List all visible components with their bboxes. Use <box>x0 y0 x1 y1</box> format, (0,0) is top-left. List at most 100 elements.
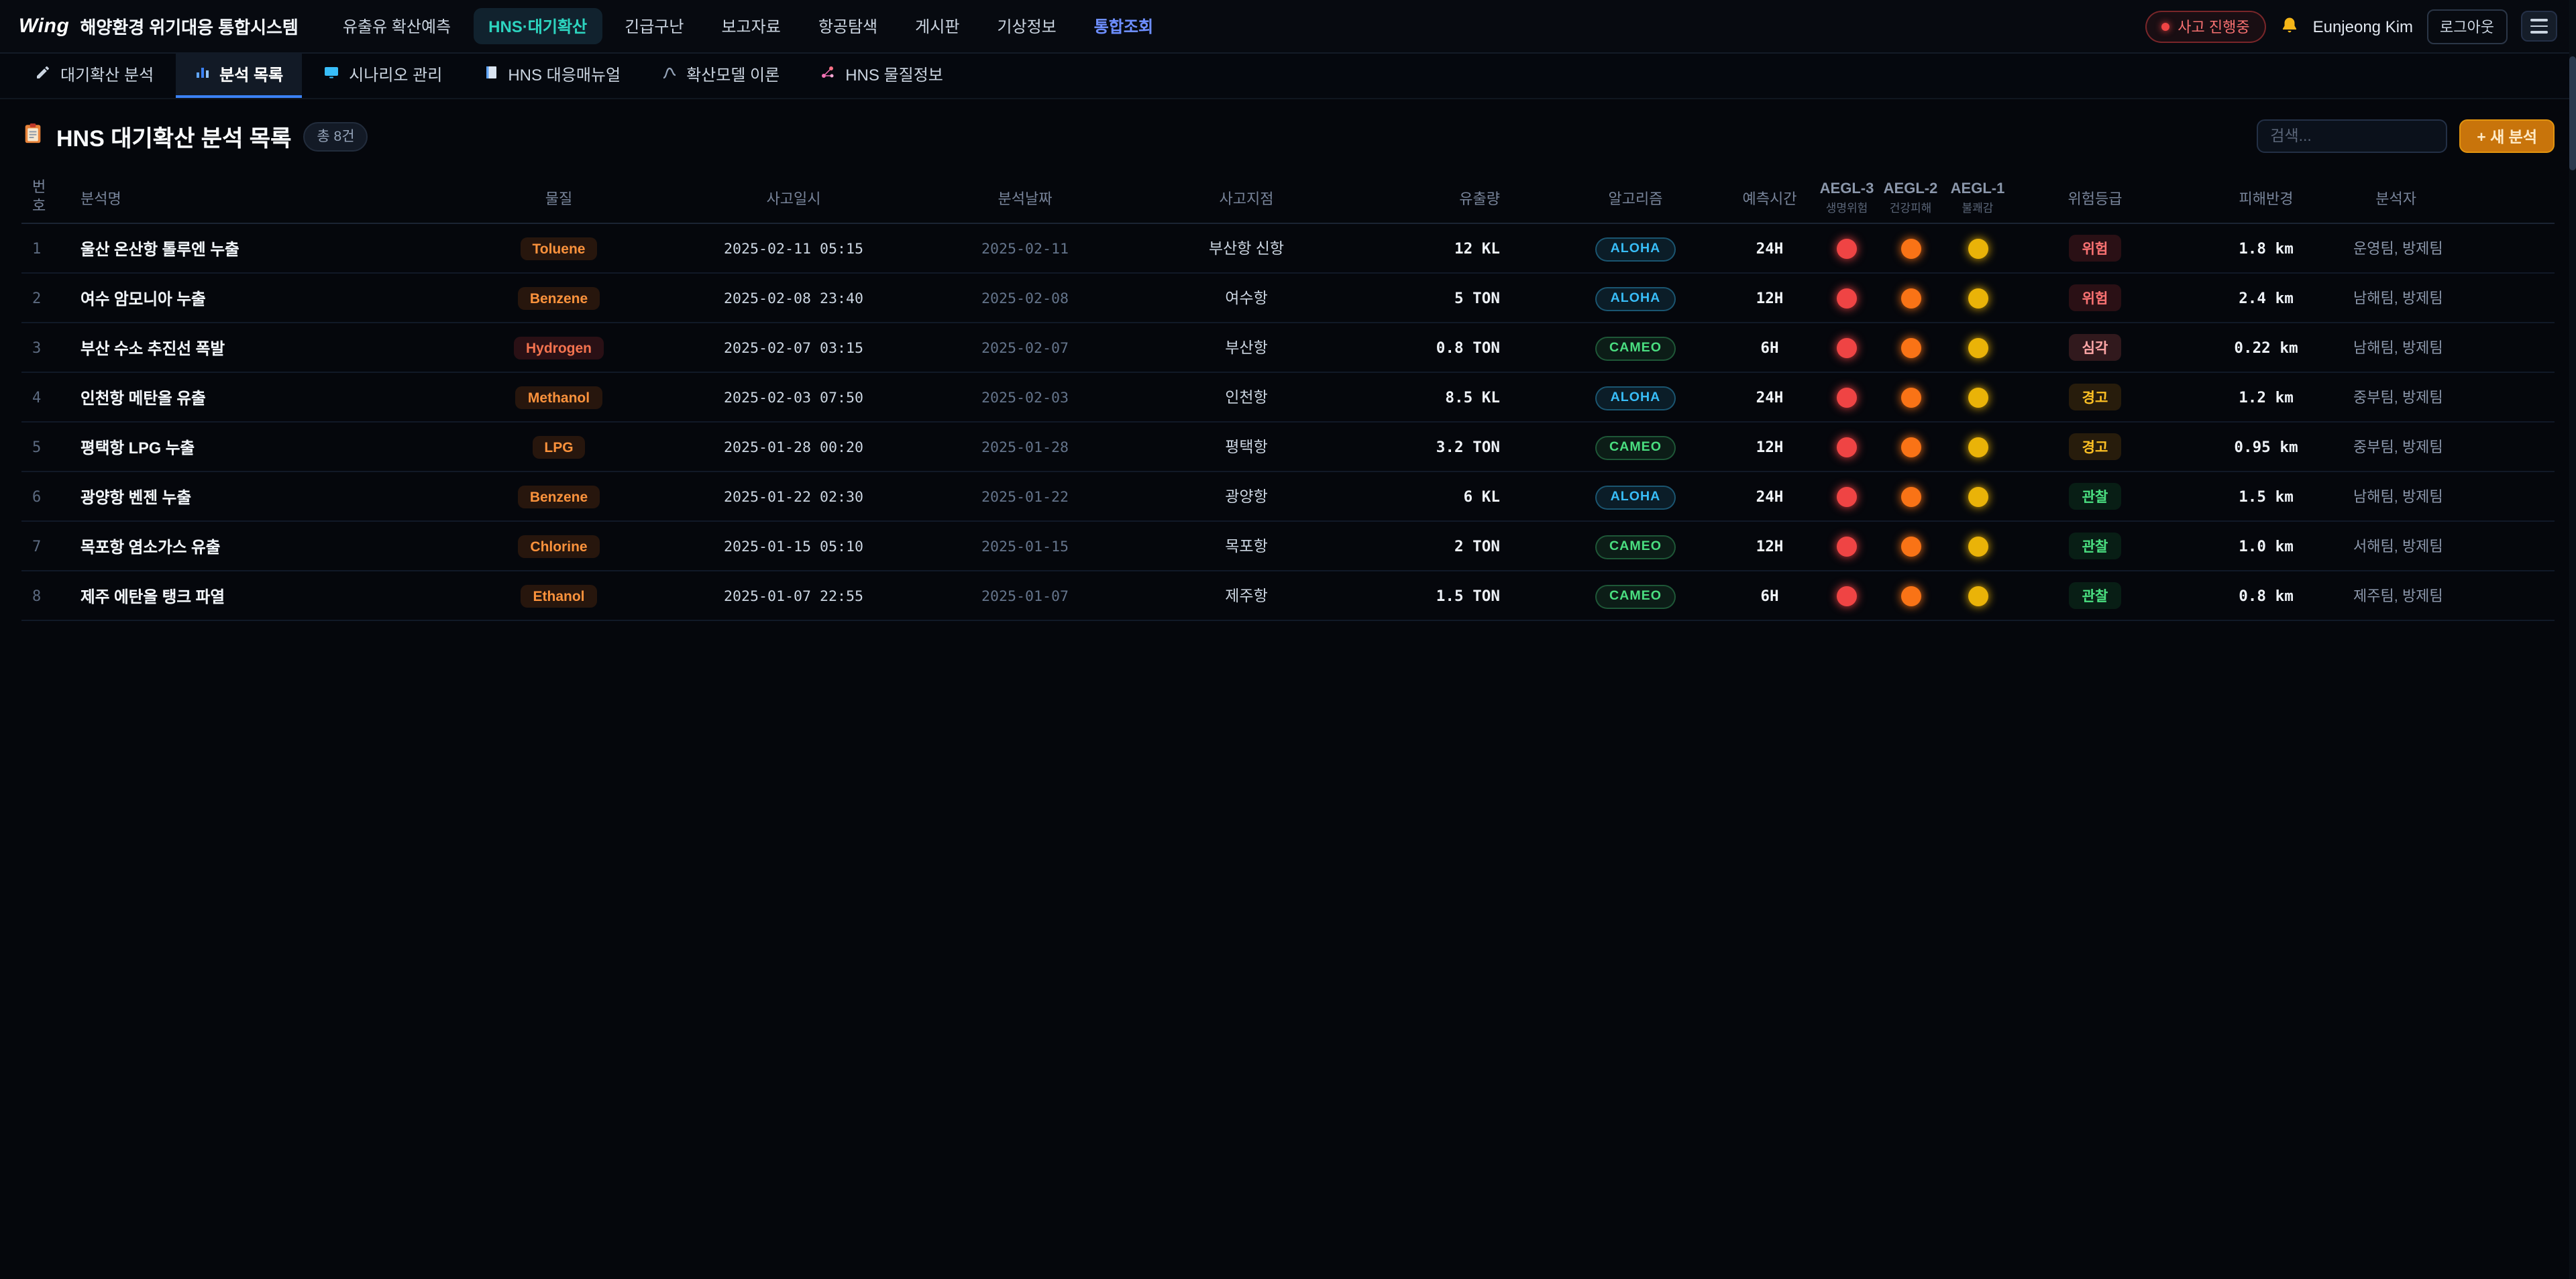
hamburger-menu-button[interactable] <box>2521 11 2557 42</box>
aegl1-dot <box>1968 586 1988 606</box>
analysis-date: 2025-01-28 <box>945 438 1106 455</box>
status-badge-label: 사고 진행중 <box>2178 15 2249 37</box>
table-row[interactable]: 7 목포항 염소가스 유출 Chlorine 2025-01-15 05:10 … <box>21 522 2555 571</box>
analysis-name: 부산 수소 추진선 폭발 <box>80 336 475 359</box>
col-aegl3: AEGL-3 생명위험 <box>1817 182 1877 215</box>
tab-analysis-list[interactable]: 분석 목록 <box>175 54 302 98</box>
substance-badge: Chlorine <box>518 536 599 559</box>
nav-item-hns-dispersion[interactable]: HNS·대기확산 <box>474 8 602 44</box>
nav-item-rescue[interactable]: 긴급구난 <box>610 8 698 44</box>
aegl3-dot <box>1837 536 1857 556</box>
algorithm-badge: CAMEO <box>1595 337 1676 361</box>
col-aegl2: AEGL-2 건강피해 <box>1877 182 1944 215</box>
tab-scenario-management[interactable]: 시나리오 관리 <box>305 54 461 98</box>
damage-radius: 1.5 km <box>2179 488 2353 505</box>
aegl3-dot <box>1837 486 1857 506</box>
nav-item-aerial-search[interactable]: 항공탐색 <box>804 8 892 44</box>
substance-badge: Methanol <box>516 387 602 410</box>
analysis-date: 2025-02-03 <box>945 388 1106 406</box>
risk-grade-badge: 관찰 <box>2069 582 2122 609</box>
forecast-duration: 24H <box>1723 488 1817 505</box>
col-substance: 물질 <box>475 187 643 209</box>
page-header-actions: + 새 분석 <box>2257 119 2555 153</box>
nav-item-reports[interactable]: 보고자료 <box>706 8 795 44</box>
aegl2-dot <box>1900 337 1921 357</box>
tab-bar: 대기확산 분석 분석 목록 시나리오 관리 HNS 대응매뉴얼 확산모델 이론 … <box>0 54 2576 99</box>
col-analysts: 분석자 <box>2353 187 2544 209</box>
tab-label: 대기확산 분석 <box>60 63 154 86</box>
table-row[interactable]: 4 인천항 메탄올 유출 Methanol 2025-02-03 07:50 2… <box>21 373 2555 423</box>
substance-badge: Ethanol <box>521 586 597 608</box>
aegl3-dot <box>1837 387 1857 407</box>
main-nav: 유출유 확산예측 HNS·대기확산 긴급구난 보고자료 항공탐색 게시판 기상정… <box>328 8 1168 44</box>
spill-amount: 12 KL <box>1387 239 1548 257</box>
substance-badge: Hydrogen <box>514 337 604 360</box>
scrollbar[interactable] <box>2569 0 2576 1279</box>
analysis-name: 여수 암모니아 누출 <box>80 286 475 309</box>
incident-datetime: 2025-02-03 07:50 <box>643 388 945 406</box>
tab-hns-substance-info[interactable]: HNS 물질정보 <box>801 54 962 98</box>
incident-location: 인천항 <box>1106 386 1387 408</box>
analysts: 남해팀, 방제팀 <box>2353 486 2544 507</box>
incident-datetime: 2025-01-28 00:20 <box>643 438 945 455</box>
analysis-date: 2025-01-15 <box>945 537 1106 555</box>
substance-badge: Benzene <box>518 486 600 509</box>
tab-dispersion-analysis[interactable]: 대기확산 분석 <box>16 54 172 98</box>
algorithm-badge: ALOHA <box>1596 237 1676 262</box>
analysis-date: 2025-02-07 <box>945 339 1106 356</box>
tab-label: 시나리오 관리 <box>349 63 442 86</box>
row-number: 7 <box>32 537 80 555</box>
incident-location: 목포항 <box>1106 535 1387 557</box>
analysts: 중부팀, 방제팀 <box>2353 436 2544 457</box>
algorithm-badge: CAMEO <box>1595 535 1676 559</box>
user-name: Eunjeong Kim <box>2313 17 2413 36</box>
col-no: 번호 <box>32 180 56 217</box>
incident-datetime: 2025-02-07 03:15 <box>643 339 945 356</box>
nav-item-oil-spill[interactable]: 유출유 확산예측 <box>328 8 466 44</box>
logout-button[interactable]: 로그아웃 <box>2426 9 2508 44</box>
aegl1-dot <box>1968 238 1988 258</box>
col-damage-radius: 피해반경 <box>2179 187 2353 209</box>
aegl2-dot <box>1900 586 1921 606</box>
aegl3-dot <box>1837 288 1857 308</box>
analysis-name: 목포항 염소가스 유출 <box>80 535 475 557</box>
analysis-name: 인천항 메탄올 유출 <box>80 386 475 408</box>
table-row[interactable]: 6 광양항 벤젠 누출 Benzene 2025-01-22 02:30 202… <box>21 472 2555 522</box>
nav-item-weather[interactable]: 기상정보 <box>982 8 1071 44</box>
table-row[interactable]: 2 여수 암모니아 누출 Benzene 2025-02-08 23:40 20… <box>21 274 2555 323</box>
risk-grade-badge: 심각 <box>2069 334 2122 361</box>
main-content: HNS 대기확산 분석 목록 총 8건 + 새 분석 번호 분석명 물질 사고일… <box>0 99 2576 621</box>
aegl3-dot <box>1837 337 1857 357</box>
search-input[interactable] <box>2257 119 2447 153</box>
notification-bell-icon[interactable] <box>2279 16 2300 36</box>
col-analysis-name: 분석명 <box>80 187 475 209</box>
aegl1-dot <box>1968 387 1988 407</box>
aegl2-dot <box>1900 387 1921 407</box>
table-row[interactable]: 5 평택항 LPG 누출 LPG 2025-01-28 00:20 2025-0… <box>21 423 2555 472</box>
col-incident-datetime: 사고일시 <box>643 187 945 209</box>
table-row[interactable]: 1 울산 온산항 톨루엔 누출 Toluene 2025-02-11 05:15… <box>21 224 2555 274</box>
incident-datetime: 2025-02-11 05:15 <box>643 239 945 257</box>
molecule-icon <box>820 64 836 85</box>
aegl3-dot <box>1837 437 1857 457</box>
risk-grade-badge: 경고 <box>2069 384 2122 410</box>
top-bar-right: 사고 진행중 Eunjeong Kim 로그아웃 <box>2145 9 2557 44</box>
table-row[interactable]: 3 부산 수소 추진선 폭발 Hydrogen 2025-02-07 03:15… <box>21 323 2555 373</box>
row-number: 5 <box>32 438 80 455</box>
scrollbar-thumb[interactable] <box>2569 56 2576 170</box>
top-bar: Wing 해양환경 위기대응 통합시스템 유출유 확산예측 HNS·대기확산 긴… <box>0 0 2576 54</box>
tab-dispersion-model-theory[interactable]: 확산모델 이론 <box>642 54 798 98</box>
nav-item-integrated-search[interactable]: 통합조회 <box>1079 8 1168 44</box>
analysts: 서해팀, 방제팀 <box>2353 535 2544 557</box>
row-number: 6 <box>32 488 80 505</box>
table-header: 번호 분석명 물질 사고일시 분석날짜 사고지점 유출량 알고리즘 예측시간 A… <box>21 173 2555 224</box>
incident-location: 부산항 <box>1106 337 1387 358</box>
table-row[interactable]: 8 제주 에탄올 탱크 파열 Ethanol 2025-01-07 22:55 … <box>21 571 2555 621</box>
analysts: 운영팀, 방제팀 <box>2353 237 2544 259</box>
aegl3-dot <box>1837 238 1857 258</box>
analysis-name: 제주 에탄올 탱크 파열 <box>80 584 475 607</box>
tab-hns-response-manual[interactable]: HNS 대응매뉴얼 <box>464 54 639 98</box>
new-analysis-button[interactable]: + 새 분석 <box>2459 119 2555 153</box>
incident-status-badge[interactable]: 사고 진행중 <box>2145 10 2265 42</box>
nav-item-board[interactable]: 게시판 <box>900 8 974 44</box>
